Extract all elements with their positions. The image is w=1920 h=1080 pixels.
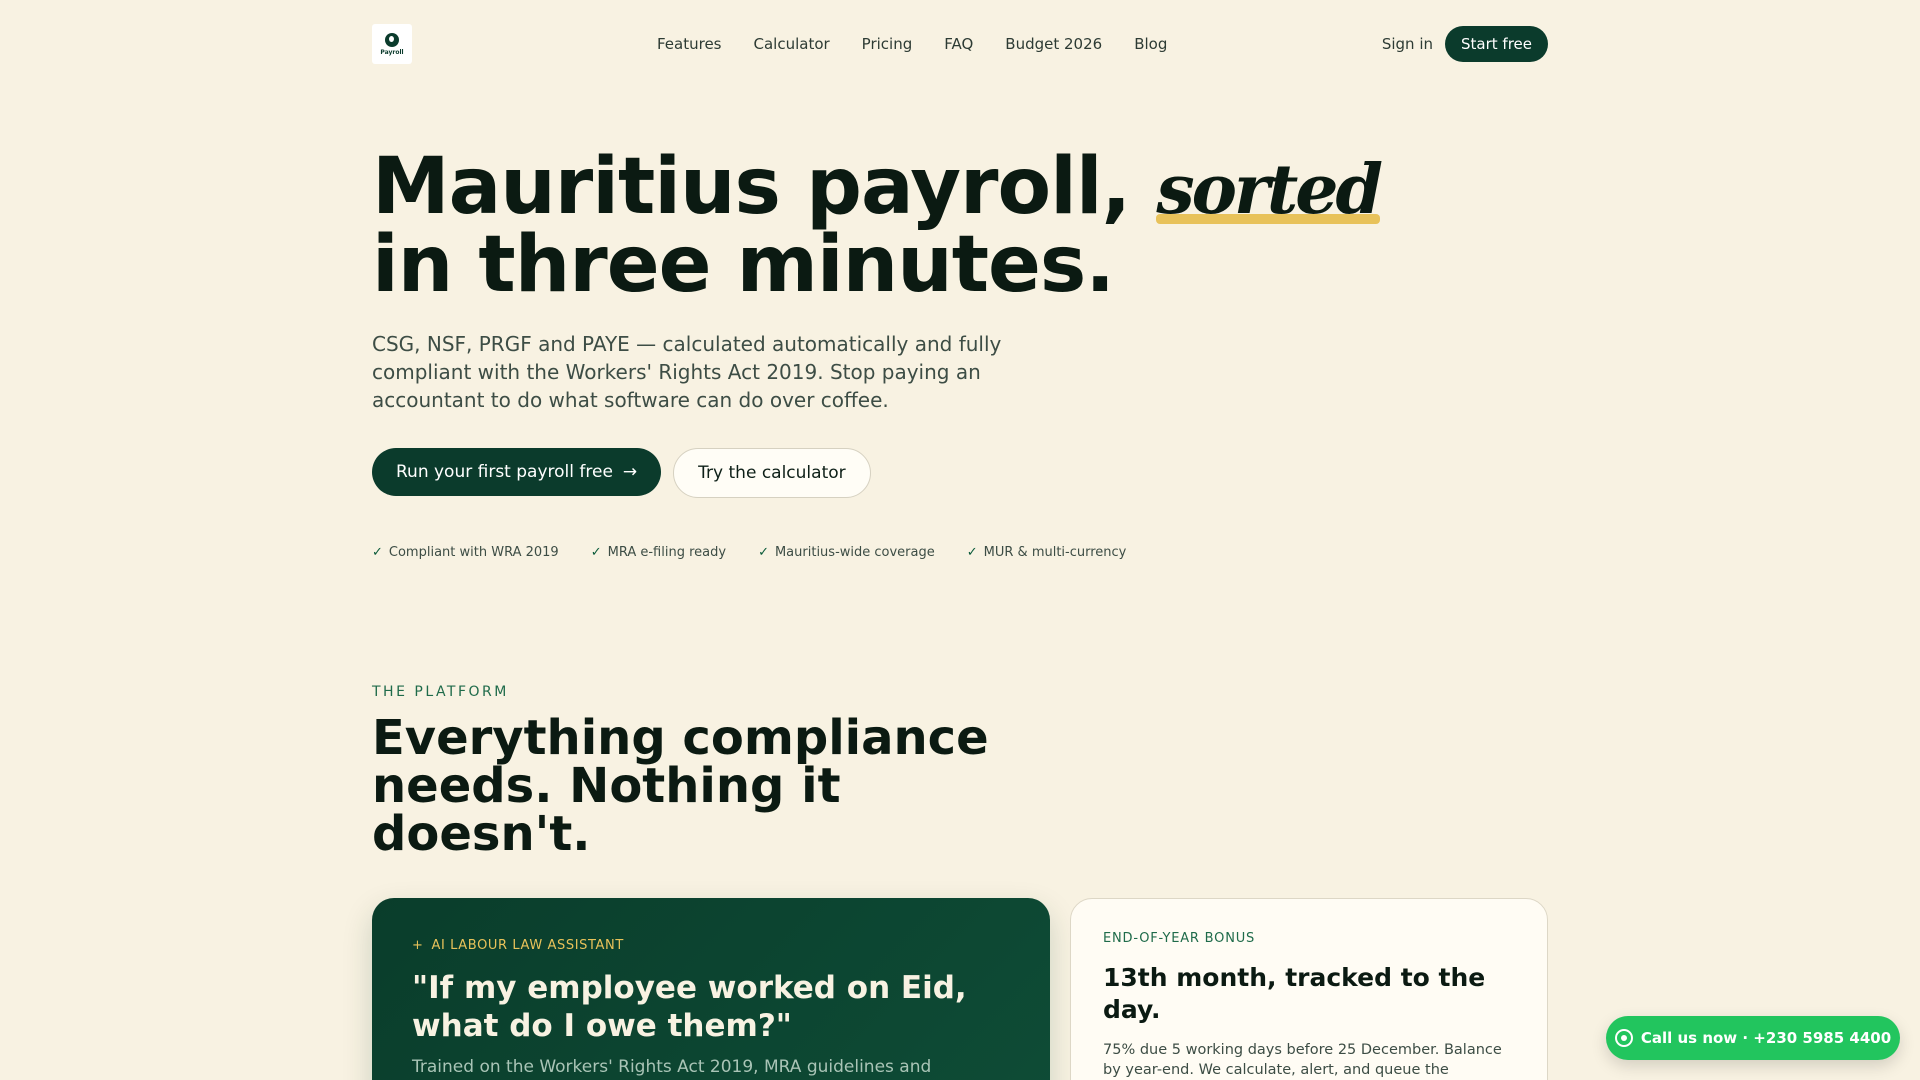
sign-in-link[interactable]: Sign in (1382, 35, 1433, 53)
nav-link-calculator[interactable]: Calculator (754, 35, 830, 53)
hero-title-accent: sorted (1156, 150, 1383, 230)
ai-card-description: Trained on the Workers' Rights Act 2019,… (412, 1057, 932, 1077)
trust-badge: ✓ Compliant with WRA 2019 (372, 545, 559, 560)
nav-link-blog[interactable]: Blog (1134, 35, 1167, 53)
nav-link-budget-2026[interactable]: Budget 2026 (1005, 35, 1102, 53)
logo-icon (385, 32, 399, 47)
hero-subtitle: CSG, NSF, PRGF and PAYE — calculated aut… (372, 332, 1002, 412)
ai-card-tag-label: AI LABOUR LAW ASSISTANT (431, 938, 624, 953)
hero-cta-row: Run your first payroll free → Try the ca… (372, 448, 1548, 498)
nav-link-pricing[interactable]: Pricing (862, 35, 913, 53)
bonus-card[interactable]: END-OF-YEAR BONUS 13th month, tracked to… (1070, 898, 1548, 1080)
run-payroll-button[interactable]: Run your first payroll free → (372, 448, 662, 496)
start-free-button[interactable]: Start free (1445, 26, 1548, 62)
trust-badge: ✓ Mauritius-wide coverage (758, 545, 935, 560)
hero-title-line2: in three minutes. (372, 220, 1115, 310)
check-icon: ✓ (966, 545, 978, 560)
hero-title: Mauritius payroll, sorted in three minut… (372, 148, 1548, 310)
ai-card-tag: + AI LABOUR LAW ASSISTANT (412, 938, 1010, 953)
logo[interactable]: Payroll (372, 24, 412, 64)
trust-badge-label: Compliant with WRA 2019 (388, 545, 559, 560)
whatsapp-icon (1614, 1029, 1633, 1047)
platform-eyebrow: THE PLATFORM (372, 684, 509, 700)
run-payroll-label: Run your first payroll free (396, 462, 613, 482)
nav-link-features[interactable]: Features (657, 35, 722, 53)
check-icon: ✓ (758, 545, 769, 560)
accent-word: sorted (1156, 150, 1383, 230)
ai-assistant-card[interactable]: + AI LABOUR LAW ASSISTANT "If my employe… (372, 898, 1050, 1080)
sparkle-icon: + (412, 938, 424, 953)
check-icon: ✓ (590, 545, 602, 560)
call-us-label: Call us now · +230 5985 4400 (1640, 1029, 1892, 1047)
bonus-card-tag: END-OF-YEAR BONUS (1103, 931, 1256, 946)
trust-badge-label: Mauritius-wide coverage (774, 545, 935, 560)
trust-badge: ✓ MUR & multi-currency (967, 545, 1127, 560)
check-icon: ✓ (372, 545, 383, 560)
platform-title: Everything compliance needs. Nothing it … (372, 710, 989, 862)
hero-title-line1: Mauritius payroll, (372, 142, 1131, 232)
try-calculator-button[interactable]: Try the calculator (673, 448, 871, 498)
top-nav: Payroll Features Calculator Pricing FAQ … (372, 24, 1548, 64)
bonus-card-title: 13th month, tracked to the day. (1103, 963, 1486, 1024)
nav-actions: Sign in Start free (1382, 26, 1548, 62)
arrow-right-icon: → (622, 462, 638, 482)
bonus-card-description: 75% due 5 working days before 25 Decembe… (1103, 1042, 1502, 1078)
logo-text: Payroll (380, 48, 404, 56)
ai-card-quote: "If my employee worked on Eid, what do I… (412, 970, 967, 1044)
nav-link-faq[interactable]: FAQ (944, 35, 973, 53)
trust-badges: ✓ Compliant with WRA 2019 ✓ MRA e-filing… (372, 545, 1548, 560)
trust-badge: ✓ MRA e-filing ready (591, 545, 726, 560)
call-us-button[interactable]: Call us now · +230 5985 4400 (1606, 1016, 1900, 1060)
nav-links: Features Calculator Pricing FAQ Budget 2… (657, 35, 1167, 53)
trust-badge-label: MUR & multi-currency (983, 545, 1127, 560)
trust-badge-label: MRA e-filing ready (607, 545, 727, 560)
